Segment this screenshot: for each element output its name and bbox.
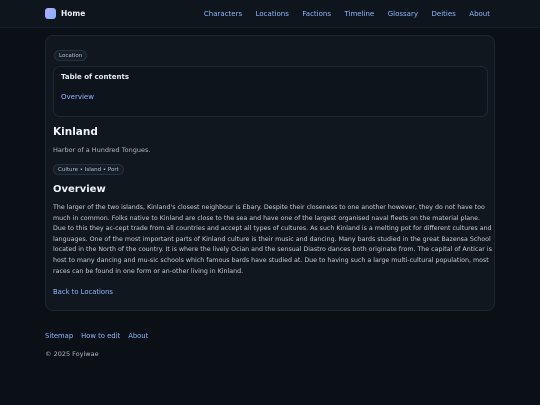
home-link[interactable]: Home <box>61 9 85 18</box>
site-logo-icon <box>45 8 56 19</box>
back-to-locations-link[interactable]: Back to Locations <box>53 288 113 296</box>
nav-characters[interactable]: Characters <box>204 10 242 18</box>
page-title: Kinland <box>53 126 98 138</box>
nav-factions[interactable]: Factions <box>302 10 331 18</box>
footer-link-sitemap[interactable]: Sitemap <box>45 332 73 340</box>
home-brand[interactable]: Home <box>45 8 85 19</box>
nav-deities[interactable]: Deities <box>432 10 456 18</box>
footer-links: Sitemap How to edit About <box>45 332 156 340</box>
toc-item-overview[interactable]: Overview <box>61 93 94 101</box>
toc-title: Table of contents <box>61 73 130 81</box>
footer-link-how-to-edit[interactable]: How to edit <box>81 332 120 340</box>
section-heading-overview: Overview <box>53 184 106 195</box>
article-card: Location Table of contents Overview Kinl… <box>45 35 495 311</box>
nav-timeline[interactable]: Timeline <box>344 10 374 18</box>
page-tagline: Harbor of a Hundred Tongues. <box>53 146 151 154</box>
nav-about[interactable]: About <box>469 10 490 18</box>
footer-link-about[interactable]: About <box>128 332 148 340</box>
overview-paragraph: The larger of the two islands, Kinland's… <box>53 204 492 275</box>
copyright-text: © 2025 Foyiwae <box>45 350 99 358</box>
nav-locations[interactable]: Locations <box>256 10 289 18</box>
main-nav: Characters Locations Factions Timeline G… <box>204 0 490 28</box>
category-badge: Location <box>54 50 88 61</box>
table-of-contents: Table of contents Overview <box>53 66 488 117</box>
top-navbar: Home Characters Locations Factions Timel… <box>0 0 540 28</box>
nav-glossary[interactable]: Glossary <box>388 10 418 18</box>
tags-badge: Culture • Island • Port <box>53 164 124 175</box>
